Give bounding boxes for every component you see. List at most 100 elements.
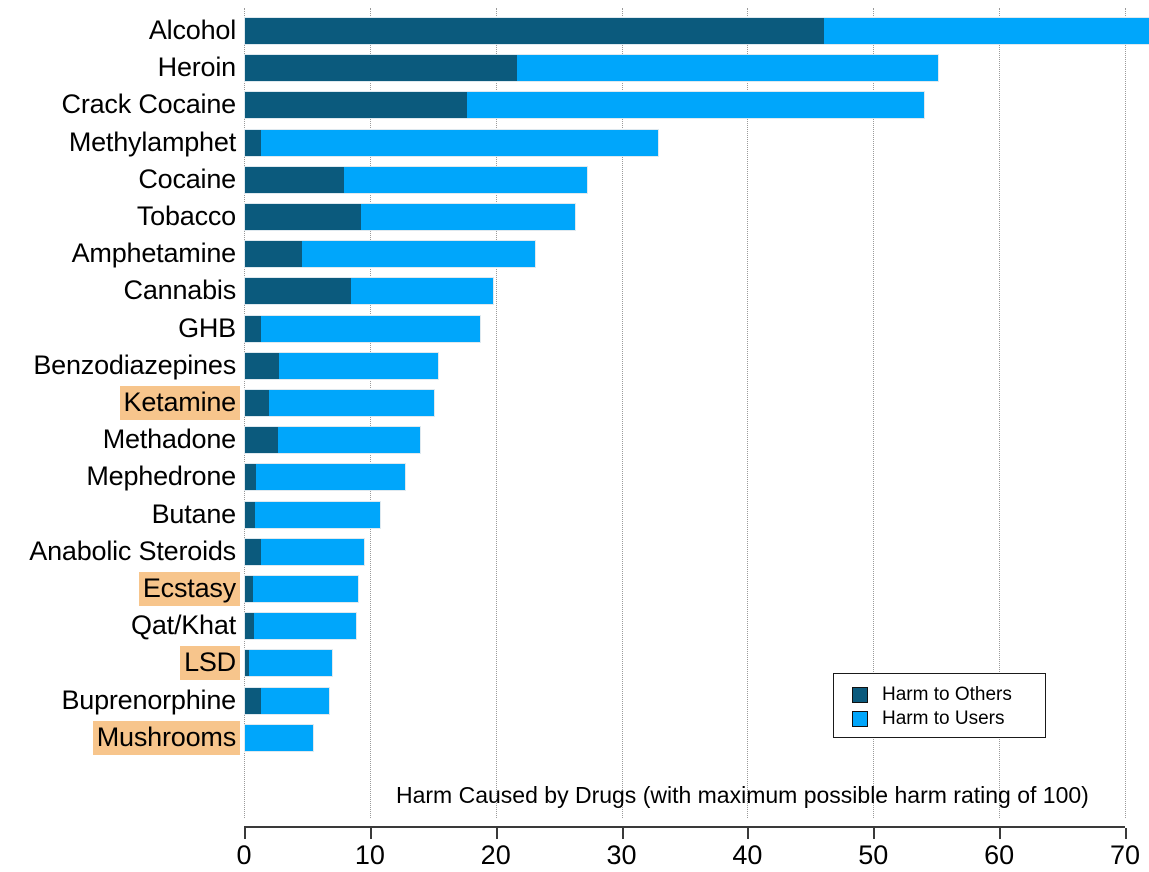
category-label-buprenorphine: Buprenorphine: [61, 684, 236, 715]
bar-segment-harm-to-users: [255, 501, 381, 528]
category-label-row: Anabolic Steroids: [0, 535, 240, 569]
legend-swatch-users-icon: [852, 711, 868, 727]
legend-label-users: Harm to Users: [882, 708, 1005, 729]
bar-row: [244, 88, 1125, 122]
bar-segment-harm-to-users: [277, 427, 421, 454]
harm-caused-by-drugs-chart: Alcohol Heroin Crack Cocaine Methylamphet Co…: [0, 0, 1149, 872]
bar-segment-harm-to-users: [466, 92, 924, 119]
stacked-bar: [244, 612, 358, 641]
bar-segment-harm-to-others: [245, 501, 256, 528]
stacked-bar: [244, 203, 577, 231]
bar-segment-harm-to-others: [245, 613, 254, 640]
bar-segment-harm-to-users: [248, 650, 333, 677]
bar-segment-harm-to-others: [245, 129, 262, 156]
bar-segment-harm-to-users: [245, 724, 314, 751]
bar-segment-harm-to-others: [245, 315, 262, 342]
bar-segment-harm-to-users: [301, 241, 535, 268]
bar-segment-harm-to-others: [245, 576, 253, 602]
stacked-bar: [244, 17, 1149, 45]
x-tick-label-10: 10: [354, 840, 385, 870]
category-label-heroin: Heroin: [157, 52, 237, 83]
stacked-bar: [244, 54, 939, 83]
bar-segment-harm-to-others: [245, 166, 345, 193]
bar-row: [244, 274, 1125, 308]
bar-segment-harm-to-users: [823, 18, 1149, 44]
category-label-row: LSD: [0, 646, 240, 681]
x-tick-label-0: 0: [236, 840, 252, 870]
bar-row: [244, 163, 1125, 197]
category-label-row: Heroin: [0, 51, 240, 85]
bar-row: [244, 498, 1125, 532]
bar-row: [244, 460, 1125, 494]
bar-row: [244, 572, 1125, 606]
stacked-bar: [244, 165, 588, 194]
bar-segment-harm-to-users: [360, 204, 576, 230]
legend-item-harm-to-others: Harm to Others: [852, 683, 1045, 707]
bar-segment-harm-to-users: [261, 538, 364, 565]
bar-segment-harm-to-users: [261, 687, 329, 714]
x-tick-70: [1125, 828, 1127, 839]
bar-segment-harm-to-users: [350, 278, 494, 305]
bar-segment-harm-to-users: [256, 464, 406, 491]
category-label-row: Tobacco: [0, 200, 240, 234]
stacked-bar: [244, 686, 330, 715]
category-label-row: Crack Cocaine: [0, 88, 240, 122]
stacked-bar: [244, 277, 495, 306]
bar-segment-harm-to-others: [245, 538, 262, 565]
x-tick-0: [244, 828, 246, 839]
bar-segment-harm-to-others: [245, 278, 351, 305]
chart-legend: Harm to Others Harm to Users: [833, 673, 1046, 738]
category-label-mushrooms: Mushrooms: [92, 720, 240, 755]
category-label-cannabis: Cannabis: [123, 275, 237, 306]
category-label-row: Cocaine: [0, 163, 240, 197]
bar-segment-harm-to-users: [261, 129, 659, 156]
category-label-crack-cocaine: Crack Cocaine: [61, 89, 237, 120]
x-axis-line: [244, 826, 1125, 828]
bar-segment-harm-to-users: [344, 166, 587, 193]
category-label-row: Benzodiazepines: [0, 349, 240, 383]
legend-label-others: Harm to Others: [882, 684, 1012, 705]
bar-row: [244, 386, 1125, 420]
category-label-lsd: LSD: [180, 646, 240, 681]
legend-item-harm-to-users: Harm to Users: [852, 707, 1045, 731]
bar-row: [244, 126, 1125, 160]
category-label-ghb: GHB: [178, 312, 236, 343]
category-label-row: Amphetamine: [0, 237, 240, 271]
bar-segment-harm-to-others: [245, 204, 361, 230]
category-axis-labels: Alcohol Heroin Crack Cocaine Methylamphet Co…: [0, 8, 240, 818]
bar-segment-harm-to-users: [261, 315, 480, 342]
stacked-bar: [244, 91, 925, 120]
category-label-anabolic-steroids: Anabolic Steroids: [29, 535, 236, 566]
x-axis-title: Harm Caused by Drugs (with maximum possi…: [396, 782, 1089, 808]
category-label-row: Ketamine: [0, 386, 240, 420]
stacked-bar: [244, 426, 422, 455]
x-tick-60: [999, 828, 1002, 839]
category-label-row: Butane: [0, 498, 240, 532]
gridline-70: [1125, 8, 1126, 818]
category-label-ecstasy: Ecstasy: [138, 572, 240, 606]
category-label-methylamphet: Methylamphet: [68, 126, 236, 157]
stacked-bar: [244, 351, 440, 380]
category-label-qat-khat: Qat/Khat: [131, 610, 236, 641]
bar-segment-harm-to-others: [245, 352, 279, 379]
stacked-bar: [244, 723, 315, 752]
bar-segment-harm-to-others: [245, 241, 302, 268]
bar-row: [244, 349, 1125, 383]
category-label-methadone: Methadone: [102, 424, 237, 455]
stacked-bar: [244, 500, 382, 529]
category-label-row: Qat/Khat: [0, 609, 240, 643]
category-label-mephedrone: Mephedrone: [86, 461, 236, 492]
bar-segment-harm-to-others: [245, 464, 257, 491]
bar-segment-harm-to-users: [252, 576, 358, 602]
x-tick-50: [873, 828, 876, 839]
legend-swatch-others-icon: [852, 687, 868, 703]
category-label-row: Alcohol: [0, 14, 240, 48]
x-tick-label-20: 20: [480, 840, 511, 870]
stacked-bar: [244, 389, 436, 417]
bar-row: [244, 14, 1149, 48]
category-label-row: Cannabis: [0, 274, 240, 308]
stacked-bar: [244, 314, 481, 343]
x-tick-20: [495, 828, 498, 839]
x-tick-label-50: 50: [858, 840, 889, 870]
bar-segment-harm-to-users: [278, 352, 439, 379]
